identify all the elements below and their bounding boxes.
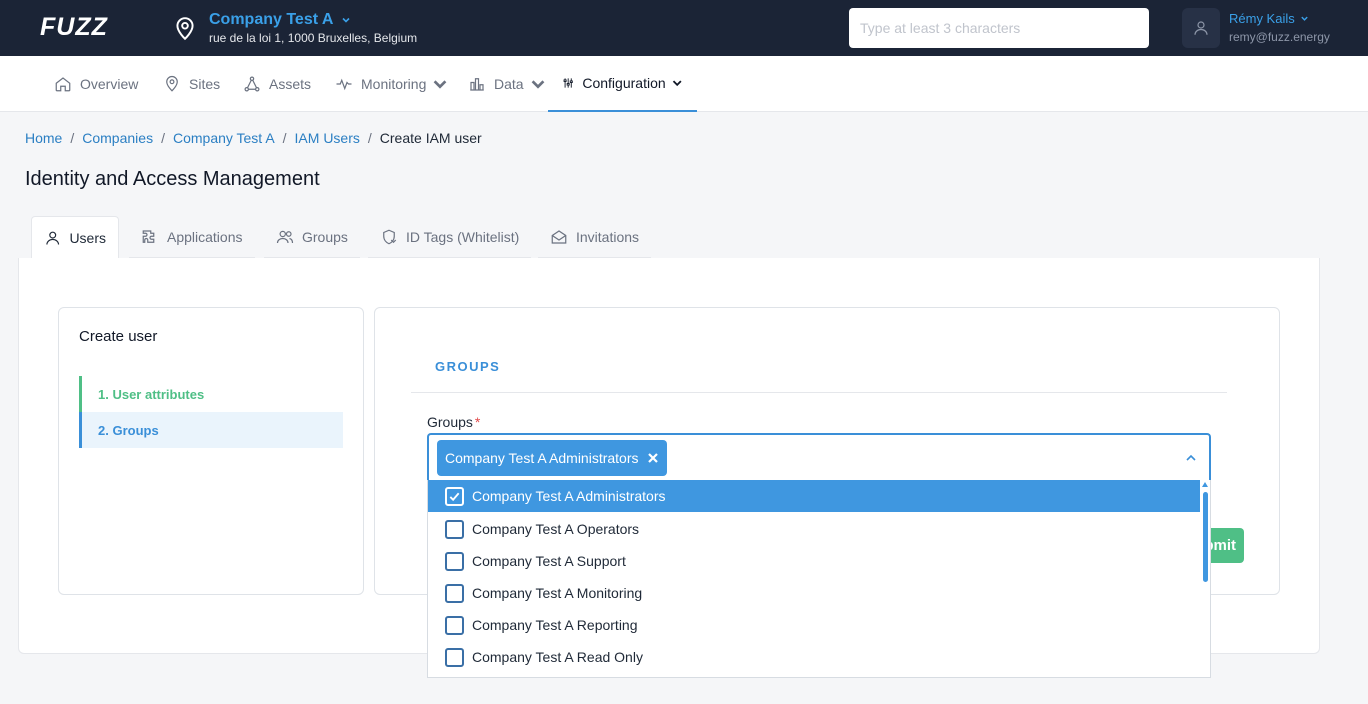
- checkbox[interactable]: [445, 486, 464, 506]
- steps-title: Create user: [79, 328, 158, 345]
- breadcrumb-companies[interactable]: Companies: [82, 130, 153, 146]
- svg-text:FUZZ: FUZZ: [40, 14, 109, 40]
- global-search-input[interactable]: [849, 8, 1149, 48]
- nav-item-data[interactable]: Data: [468, 56, 547, 112]
- option-read-only[interactable]: Company Test A Read Only: [428, 641, 1200, 673]
- chevron-up-icon[interactable]: [1185, 454, 1197, 462]
- bar-chart-icon: [470, 78, 484, 91]
- user-icon: [46, 231, 60, 245]
- user-name: Rémy Kails: [1229, 11, 1295, 26]
- selected-group-chip: Company Test A Administrators: [437, 440, 667, 476]
- checkbox[interactable]: [445, 551, 464, 571]
- nav-item-monitoring[interactable]: Monitoring: [335, 56, 449, 112]
- scroll-up-arrow[interactable]: [1202, 482, 1208, 487]
- nav-item-sites[interactable]: Sites: [163, 56, 220, 112]
- user-email: remy@fuzz.energy: [1229, 30, 1330, 44]
- option-support[interactable]: Company Test A Support: [428, 545, 1200, 577]
- top-bar: FUZZ Company Test A rue de la loi 1, 100…: [0, 0, 1368, 56]
- company-address: rue de la loi 1, 1000 Bruxelles, Belgium: [209, 31, 418, 45]
- option-reporting[interactable]: Company Test A Reporting: [428, 609, 1200, 641]
- step-user-attributes[interactable]: 1. User attributes: [79, 376, 343, 412]
- chevron-down-icon: [672, 80, 682, 87]
- users-icon: [276, 230, 294, 243]
- checkbox[interactable]: [445, 583, 464, 603]
- groups-dropdown-list: Company Test A Administrators Company Te…: [427, 480, 1211, 678]
- section-divider: [411, 392, 1227, 393]
- breadcrumb-company[interactable]: Company Test A: [173, 130, 275, 146]
- tab-invitations[interactable]: Invitations: [538, 216, 652, 258]
- tab-id-tags[interactable]: ID Tags (Whitelist): [368, 216, 532, 258]
- scrollbar-thumb[interactable]: [1203, 492, 1208, 582]
- check-icon: [449, 492, 460, 501]
- option-monitoring[interactable]: Company Test A Monitoring: [428, 577, 1200, 609]
- option-operators[interactable]: Company Test A Operators: [428, 513, 1200, 545]
- user-menu[interactable]: Rémy Kails: [1229, 11, 1309, 26]
- location-pin-icon: [166, 75, 178, 92]
- groups-field-label: Groups *: [427, 414, 481, 430]
- user-avatar[interactable]: [1182, 8, 1220, 48]
- create-user-steps: Create user 1. User attributes 2. Groups: [58, 307, 364, 595]
- tag-shield-icon: [383, 229, 397, 244]
- step-groups[interactable]: 2. Groups: [79, 412, 343, 448]
- breadcrumb-home[interactable]: Home: [25, 130, 62, 146]
- nav-item-assets[interactable]: Assets: [243, 56, 311, 112]
- location-pin-icon: [176, 17, 194, 41]
- chevron-down-icon: [342, 17, 350, 23]
- breadcrumb: Home / Companies / Company Test A / IAM …: [25, 130, 482, 146]
- user-icon: [1194, 21, 1208, 35]
- pulse-icon: [336, 78, 352, 91]
- company-switcher[interactable]: Company Test A: [209, 11, 351, 29]
- nav-item-overview[interactable]: Overview: [54, 56, 138, 112]
- assets-network-icon: [244, 76, 260, 92]
- breadcrumb-iam-users[interactable]: IAM Users: [295, 130, 360, 146]
- main-navigation: Overview Sites Assets Monitoring Data Co…: [0, 56, 1368, 112]
- tab-groups[interactable]: Groups: [264, 216, 360, 258]
- chevron-down-icon: [434, 80, 447, 89]
- option-administrators[interactable]: Company Test A Administrators: [428, 480, 1200, 512]
- tab-users[interactable]: Users: [31, 216, 119, 258]
- sliders-icon: [563, 78, 573, 88]
- required-marker: *: [474, 414, 481, 430]
- section-title: GROUPS: [435, 359, 501, 374]
- remove-chip-icon[interactable]: [647, 452, 659, 464]
- page-title: Identity and Access Management: [25, 168, 320, 190]
- envelope-icon: [551, 229, 567, 244]
- nav-item-configuration[interactable]: Configuration: [548, 56, 697, 112]
- breadcrumb-current: Create IAM user: [379, 130, 482, 146]
- tab-applications[interactable]: Applications: [129, 216, 255, 258]
- groups-multiselect[interactable]: Company Test A Administrators: [427, 433, 1211, 481]
- checkbox[interactable]: [445, 615, 464, 635]
- fuzz-logo[interactable]: FUZZ: [40, 14, 132, 40]
- checkbox[interactable]: [445, 519, 464, 539]
- chevron-down-icon: [531, 80, 544, 89]
- checkbox[interactable]: [445, 647, 464, 667]
- puzzle-icon: [142, 229, 155, 243]
- home-icon: [55, 77, 71, 92]
- chevron-down-icon: [1301, 16, 1309, 21]
- company-name: Company Test A: [209, 11, 333, 28]
